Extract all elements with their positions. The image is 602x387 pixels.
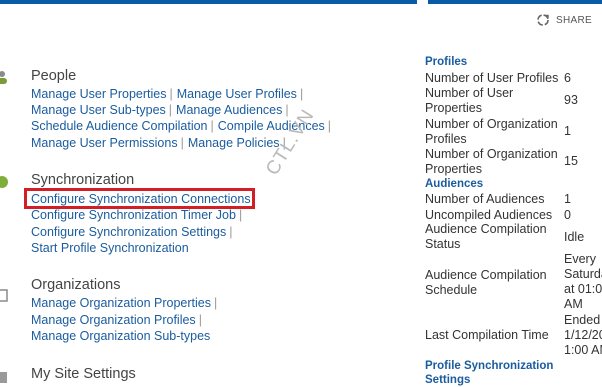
user-properties-label: Number of User Properties [425,86,514,115]
manage-org-subtypes-link[interactable]: Manage Organization Sub-types [31,329,210,343]
uncompiled-audiences-label: Uncompiled Audiences [425,208,553,222]
user-profiles-value: 6 [564,71,571,85]
last-compilation-label: Last Compilation Time [425,328,549,342]
organizations-icon [0,289,8,302]
people-links-row-1: Manage User Properties | Manage User Profi… [31,87,304,101]
orgs-links-row-3: Manage Organization Sub-types [31,329,210,343]
orgs-links-row-2: Manage Organization Profiles | [31,313,202,327]
stats-panel: Profiles Number of User Profiles 6 Numbe… [425,0,602,386]
top-bar-segment [0,0,417,4]
manage-user-subtypes-link[interactable]: Manage User Sub-types [31,103,166,117]
manage-org-profiles-link[interactable]: Manage Organization Profiles [31,313,196,327]
people-links-row-4: Manage User Permissions | Manage Policies | [31,136,286,150]
last-compilation-value: Ended 1/12/20 1:00 AM [564,313,602,357]
audiences-count-value: 1 [564,192,571,206]
manage-user-properties-link[interactable]: Manage User Properties [31,87,166,101]
start-profile-sync-link[interactable]: Start Profile Synchronization [31,241,189,255]
organizations-heading: Organizations [31,277,121,293]
user-profiles-label: Number of User Profiles [425,71,559,85]
sync-links-row-3: Configure Synchronization Settings | [31,225,233,239]
synchronization-heading: Synchronization [31,172,135,188]
user-properties-value: 93 [564,93,578,107]
sync-icon [0,176,8,188]
my-site-icon [0,372,7,383]
compilation-status-value: Idle [564,230,585,244]
compilation-schedule-value: Every Saturday at 01:0 AM [564,252,602,311]
audiences-heading: Audiences [425,178,484,190]
manage-policies-link[interactable]: Manage Policies [188,136,280,150]
manage-audiences-link[interactable]: Manage Audiences [176,103,282,117]
my-site-settings-heading: My Site Settings [31,366,136,382]
org-profiles-label: Number of Organization Profiles [425,117,558,146]
people-links-row-2: Manage User Sub-types | Manage Audiences | [31,103,289,117]
org-properties-value: 15 [564,154,578,168]
manage-user-permissions-link[interactable]: Manage User Permissions [31,136,178,150]
sync-links-row-4: Start Profile Synchronization [31,241,189,255]
people-icon [0,71,7,84]
compilation-status-label: Audience Compilation Status [425,222,547,251]
sync-links-row-2: Configure Synchronization Timer Job | [31,208,243,222]
manage-org-properties-link[interactable]: Manage Organization Properties [31,296,211,310]
compilation-schedule-label: Audience Compilation Schedule [425,268,547,297]
org-profiles-value: 1 [564,124,571,138]
uncompiled-audiences-value: 0 [564,208,571,222]
org-properties-label: Number of Organization Properties [425,147,558,176]
profiles-heading: Profiles [425,56,468,68]
highlight-box [24,188,255,209]
manage-user-profiles-link[interactable]: Manage User Profiles [177,87,297,101]
people-heading: People [31,68,77,84]
orgs-links-row-1: Manage Organization Properties | [31,296,218,310]
configure-sync-timer-job-link[interactable]: Configure Synchronization Timer Job [31,208,236,222]
configure-sync-settings-link[interactable]: Configure Synchronization Settings [31,225,226,239]
schedule-audience-compilation-link[interactable]: Schedule Audience Compilation [31,119,208,133]
audiences-count-label: Number of Audiences [425,192,545,206]
